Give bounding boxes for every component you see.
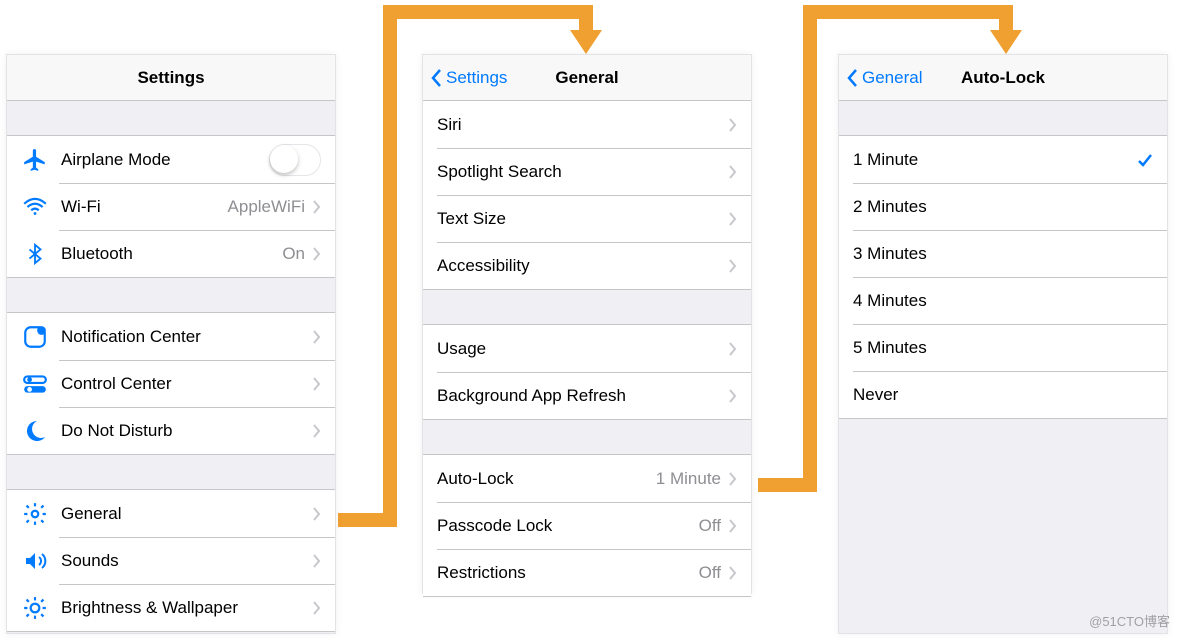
- chevron-right-icon: [313, 601, 321, 615]
- chevron-right-icon: [729, 212, 737, 226]
- moon-icon: [21, 417, 49, 445]
- row-auto-lock[interactable]: Auto-Lock 1 Minute: [423, 455, 751, 502]
- row-control-center[interactable]: Control Center: [7, 360, 335, 407]
- chevron-right-icon: [729, 342, 737, 356]
- back-button-settings[interactable]: Settings: [431, 68, 507, 88]
- chevron-right-icon: [729, 118, 737, 132]
- option-1-minute[interactable]: 1 Minute: [839, 136, 1167, 183]
- row-notification-center[interactable]: Notification Center: [7, 313, 335, 360]
- navbar-settings: Settings: [7, 55, 335, 101]
- row-label: Passcode Lock: [437, 516, 699, 536]
- chevron-right-icon: [313, 377, 321, 391]
- row-label: 3 Minutes: [853, 244, 1153, 264]
- row-label: Sounds: [61, 551, 313, 571]
- row-siri[interactable]: Siri: [423, 101, 751, 148]
- gear-icon: [21, 500, 49, 528]
- chevron-right-icon: [313, 247, 321, 261]
- option-2-minutes[interactable]: 2 Minutes: [839, 183, 1167, 230]
- row-label: Wi-Fi: [61, 197, 228, 217]
- row-label: Usage: [437, 339, 729, 359]
- row-label: Auto-Lock: [437, 469, 656, 489]
- chevron-left-icon: [431, 69, 442, 87]
- row-label: 1 Minute: [853, 150, 1137, 170]
- autolock-panel: General Auto-Lock 1 Minute 2 Minutes 3 M…: [838, 54, 1168, 634]
- row-label: Siri: [437, 115, 729, 135]
- row-background-app-refresh[interactable]: Background App Refresh: [423, 372, 751, 419]
- chevron-right-icon: [729, 472, 737, 486]
- row-label: 5 Minutes: [853, 338, 1153, 358]
- row-label: Accessibility: [437, 256, 729, 276]
- chevron-right-icon: [729, 566, 737, 580]
- nav-title: Settings: [137, 68, 204, 88]
- back-label: Settings: [446, 68, 507, 88]
- back-label: General: [862, 68, 922, 88]
- row-spotlight-search[interactable]: Spotlight Search: [423, 148, 751, 195]
- chevron-right-icon: [313, 200, 321, 214]
- navbar-autolock: General Auto-Lock: [839, 55, 1167, 101]
- control-center-icon: [21, 370, 49, 398]
- row-label: 2 Minutes: [853, 197, 1153, 217]
- chevron-right-icon: [729, 519, 737, 533]
- row-label: Text Size: [437, 209, 729, 229]
- settings-panel: Settings Airplane Mode Wi-Fi AppleWiFi B…: [6, 54, 336, 634]
- notification-icon: [21, 323, 49, 351]
- option-3-minutes[interactable]: 3 Minutes: [839, 230, 1167, 277]
- nav-title: Auto-Lock: [961, 68, 1045, 88]
- row-value: AppleWiFi: [228, 197, 305, 217]
- row-text-size[interactable]: Text Size: [423, 195, 751, 242]
- option-5-minutes[interactable]: 5 Minutes: [839, 324, 1167, 371]
- row-value: Off: [699, 516, 721, 536]
- row-wifi[interactable]: Wi-Fi AppleWiFi: [7, 183, 335, 230]
- row-brightness-wallpaper[interactable]: Brightness & Wallpaper: [7, 584, 335, 631]
- option-never[interactable]: Never: [839, 371, 1167, 418]
- row-general[interactable]: General: [7, 490, 335, 537]
- row-value: On: [282, 244, 305, 264]
- chevron-left-icon: [847, 69, 858, 87]
- option-4-minutes[interactable]: 4 Minutes: [839, 277, 1167, 324]
- row-label: General: [61, 504, 313, 524]
- row-label: Airplane Mode: [61, 150, 269, 170]
- chevron-right-icon: [313, 554, 321, 568]
- row-sounds[interactable]: Sounds: [7, 537, 335, 584]
- row-label: Bluetooth: [61, 244, 282, 264]
- general-panel: Settings General Siri Spotlight Search T…: [422, 54, 752, 594]
- row-label: Notification Center: [61, 327, 313, 347]
- row-label: Spotlight Search: [437, 162, 729, 182]
- row-airplane-mode[interactable]: Airplane Mode: [7, 136, 335, 183]
- airplane-toggle[interactable]: [269, 144, 321, 176]
- row-label: Do Not Disturb: [61, 421, 313, 441]
- row-label: Background App Refresh: [437, 386, 729, 406]
- row-label: Control Center: [61, 374, 313, 394]
- row-restrictions[interactable]: Restrictions Off: [423, 549, 751, 596]
- row-label: Brightness & Wallpaper: [61, 598, 313, 618]
- brightness-icon: [21, 594, 49, 622]
- nav-title: General: [555, 68, 618, 88]
- chevron-right-icon: [313, 424, 321, 438]
- chevron-right-icon: [729, 259, 737, 273]
- row-accessibility[interactable]: Accessibility: [423, 242, 751, 289]
- row-value: 1 Minute: [656, 469, 721, 489]
- row-bluetooth[interactable]: Bluetooth On: [7, 230, 335, 277]
- airplane-icon: [21, 146, 49, 174]
- row-label: Never: [853, 385, 1153, 405]
- back-button-general[interactable]: General: [847, 68, 922, 88]
- row-label: Restrictions: [437, 563, 699, 583]
- row-usage[interactable]: Usage: [423, 325, 751, 372]
- bluetooth-icon: [21, 240, 49, 268]
- navbar-general: Settings General: [423, 55, 751, 101]
- watermark: @51CTO博客: [1089, 611, 1170, 630]
- row-do-not-disturb[interactable]: Do Not Disturb: [7, 407, 335, 454]
- sound-icon: [21, 547, 49, 575]
- chevron-right-icon: [729, 165, 737, 179]
- row-value: Off: [699, 563, 721, 583]
- chevron-right-icon: [313, 507, 321, 521]
- chevron-right-icon: [313, 330, 321, 344]
- wifi-icon: [21, 193, 49, 221]
- chevron-right-icon: [729, 389, 737, 403]
- checkmark-icon: [1137, 152, 1153, 168]
- row-label: 4 Minutes: [853, 291, 1153, 311]
- row-passcode-lock[interactable]: Passcode Lock Off: [423, 502, 751, 549]
